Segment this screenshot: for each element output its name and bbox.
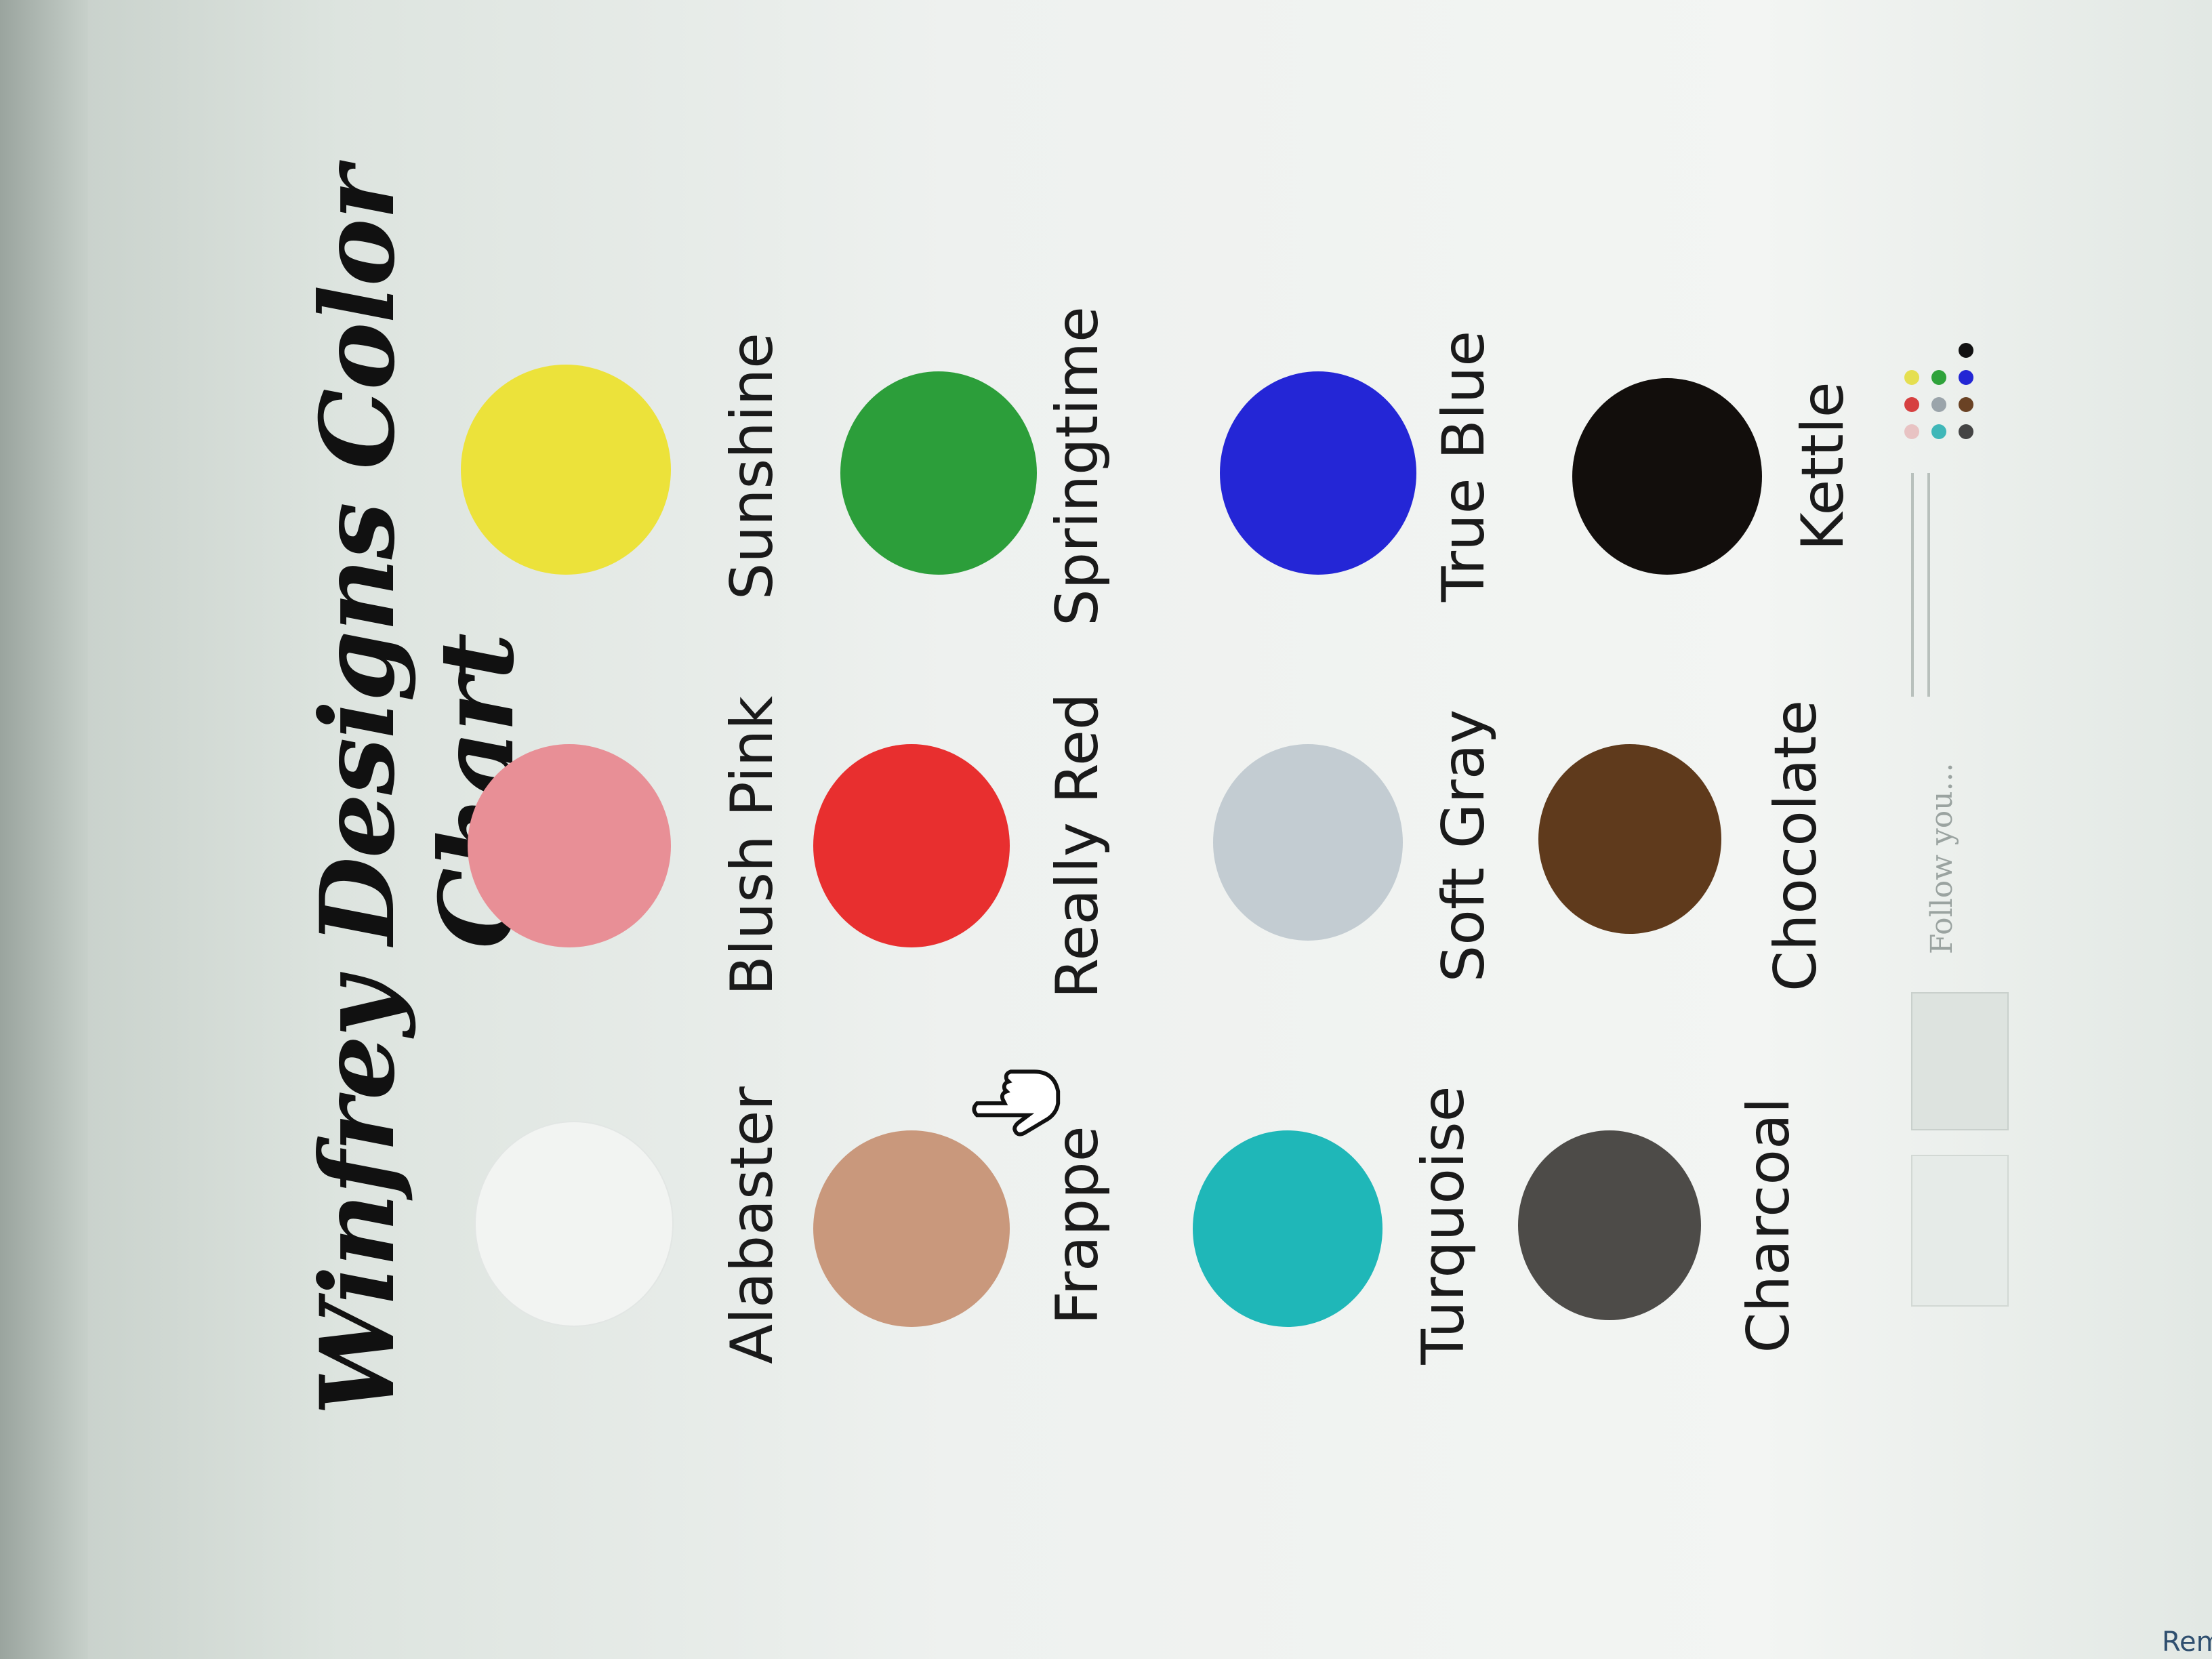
swatch-label: Blush Pink [718,695,786,996]
footer-rule [1911,473,1930,697]
swatch-label: Kettle [1789,382,1857,551]
footer-area: Follow you... [1884,222,2040,1307]
swatch-alabaster[interactable] [474,1121,674,1327]
swatch-label: Springtime [1044,306,1111,626]
swatch-label: Sunshine [718,332,786,600]
swatch-really-red[interactable] [813,744,1010,947]
swatch-turquoise[interactable] [1193,1130,1382,1327]
footer-faded-text: Follow you... [1925,762,1959,954]
swatch-label: Chocolate [1762,699,1830,992]
swatch-true-blue[interactable] [1220,371,1416,575]
thumbnail [1911,1155,2009,1307]
swatch-label: Soft Gray [1430,709,1498,983]
swatch-label: Charcoal [1735,1097,1803,1353]
hand-pointer-icon [972,1069,1061,1136]
swatch-label: Turquoise [1410,1086,1477,1365]
swatch-charcoal[interactable] [1518,1130,1701,1320]
swatch-springtime[interactable] [840,371,1037,575]
swatch-label: Really Red [1044,693,1111,999]
swatch-sunshine[interactable] [461,365,671,575]
swatch-chocolate[interactable] [1538,744,1721,934]
swatch-label: True Blue [1430,330,1498,602]
swatch-frappe[interactable] [813,1130,1010,1327]
swatch-soft-gray[interactable] [1213,744,1403,941]
color-dots-icon [1904,304,2013,439]
swatch-kettle[interactable] [1572,378,1762,575]
swatch-label: Alabaster [718,1086,786,1364]
document-view: Winfrey Designs Color Chart Alabaster Bl… [0,0,2212,1659]
color-chart-page: Winfrey Designs Color Chart Alabaster Bl… [0,0,2212,1659]
thumbnail [1911,992,2009,1130]
remove-link[interactable]: Remove [2162,1626,2212,1658]
swatch-blush-pink[interactable] [468,744,671,947]
